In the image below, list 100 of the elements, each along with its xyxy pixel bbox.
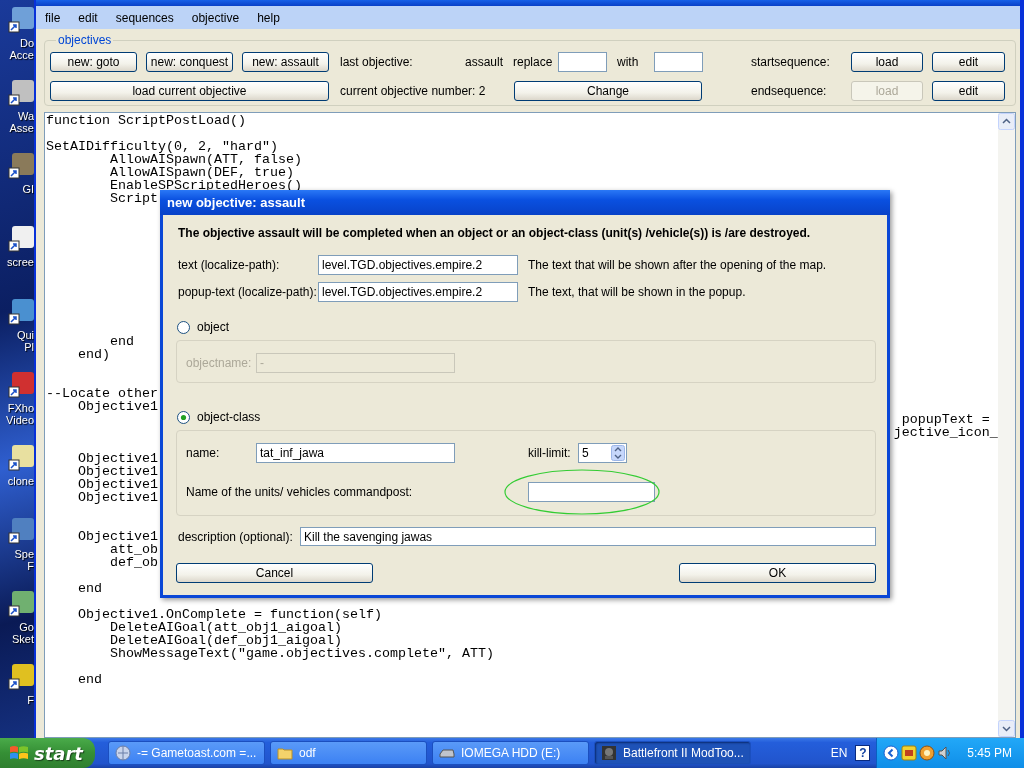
app-icon [601,745,617,761]
toolbar-label: current objective number: 2 [340,84,487,98]
text-field[interactable]: level.TGD.objectives.empire.2 [318,255,518,275]
menu-item[interactable]: objective [191,10,240,25]
toolbar-button[interactable]: new: conquest [146,52,233,72]
field-hint: The text, that will be shown in the popup. [528,285,746,299]
chevron-icon[interactable] [883,745,900,761]
toolbar-button[interactable]: load current objective [50,81,329,101]
desktop-icon-label[interactable]: Go Sket [12,621,34,645]
shortcut-icon[interactable] [8,517,34,545]
code-line: DeleteAIGoal(def_obj1_aigoal) [110,634,342,647]
shortcut-icon[interactable] [8,6,34,34]
desktop-icon-label[interactable]: GI [22,183,34,195]
desktop-icon-label[interactable]: Wa Asse [9,110,34,134]
menu-item[interactable]: sequences [115,10,174,25]
text-field[interactable]: level.TGD.objectives.empire.2 [318,282,518,302]
code-line: SetAIDifficulty(0, 2, "hard") [46,140,278,153]
language-indicator[interactable]: EN [830,746,848,760]
code-line: Objective1 [78,478,158,491]
code-line: ShowMessageText("game.objectives.complete", ATT) [110,647,494,660]
desktop-icon-label[interactable]: F [27,694,34,706]
toolbar-button[interactable]: new: goto [50,52,137,72]
toolbar-label: with [617,55,640,69]
start-button[interactable]: start [0,738,95,768]
scroll-down-icon[interactable] [998,720,1015,737]
code-line: Objective1 [78,530,158,543]
radio-label[interactable]: object-class [197,410,261,424]
vertical-scrollbar[interactable] [998,113,1015,737]
toolbar-button[interactable]: edit [932,81,1005,101]
field-hint: The text that will be shown after the opening of the map. [528,258,827,272]
code-line: Objective1 [78,452,158,465]
text-field[interactable]: Kill the savenging jawas [300,527,876,546]
field-label: description (optional): [178,529,294,544]
desktop-icon-label[interactable]: Do Acce [9,37,34,61]
toolbar-label: last objective: [340,55,414,69]
code-line: DeleteAIGoal(att_obj1_aigoal) [110,621,342,634]
dialog-button[interactable]: OK [679,563,876,583]
code-line: att_ob [110,543,158,556]
code-line: Objective1.OnComplete = function(self) [78,608,382,621]
desktop-icon-label[interactable]: Spe F [14,548,34,572]
desktop-icon-label[interactable]: scree [7,256,34,268]
code-line: end [110,335,134,348]
group-title: objectives [57,33,113,47]
menu-item[interactable]: file [45,10,61,25]
code-line: --Locate other [46,387,158,400]
menu-item[interactable]: help [257,10,280,25]
radio-label[interactable]: object [197,320,230,334]
clock: 5:45 PM [967,746,1012,760]
toolbar-button[interactable]: edit [932,52,1005,72]
tray-app-icon[interactable] [901,745,918,761]
desktop-icon-label[interactable]: clone [7,475,34,487]
code-line: jective_icon_ [893,426,998,439]
dialog-title: new objective: assault [167,195,305,210]
help-icon[interactable]: ? [855,745,871,761]
field-label: objectname: [186,356,253,370]
code-line: def_ob [110,556,158,569]
shortcut-icon[interactable] [8,590,34,618]
toolbar-button[interactable]: Change [514,81,702,101]
dialog-button[interactable]: Cancel [176,563,373,583]
taskbar-button[interactable]: Battlefront II ModToo... [594,741,751,765]
toolbar-label: endsequence: [751,84,828,98]
shortcut-icon[interactable] [8,152,34,180]
menu-item[interactable]: edit [78,10,98,25]
field-label: name: [186,446,221,460]
shortcut-icon[interactable] [8,444,34,472]
toolbar-label: replace [513,55,554,69]
shortcut-icon[interactable] [8,663,34,691]
code-line: AllowAISpawn(DEF, true) [110,166,294,179]
code-line: EnableSPScriptedHeroes() [110,179,302,192]
toolbar-button[interactable]: new: assault [242,52,329,72]
code-line: Objective1 [78,465,158,478]
field-label: popup-text (localize-path): [178,285,318,299]
desktop-icon-label[interactable]: Qui Pl [16,329,34,353]
text-field[interactable] [558,52,607,72]
scroll-up-icon[interactable] [998,113,1015,130]
code-line: end) [78,348,110,361]
text-field[interactable]: tat_inf_jawa [256,443,455,463]
instruction-text: The objective assault will be completed when an object or an object-class (unit(s) /vehicle(s)) is /are destroyed. [178,225,812,241]
text-field[interactable] [528,482,655,502]
toolbar-label: startsequence: [751,55,831,69]
tray-app-icon[interactable] [919,745,936,761]
radio-button[interactable] [177,320,190,334]
shortcut-icon[interactable] [8,298,34,326]
code-line: end [78,673,102,686]
code-line: end [78,582,102,595]
field-label: Name of the units/ vehicles commandpost: [186,485,414,499]
code-line: popupText = [901,413,990,426]
shortcut-icon[interactable] [8,79,34,107]
folder-icon [277,745,293,761]
code-line: Script [110,192,158,205]
spin-arrows-icon[interactable] [611,445,625,461]
text-field[interactable] [654,52,703,72]
code-line: AllowAISpawn(ATT, false) [110,153,302,166]
shortcut-icon[interactable] [8,225,34,253]
toolbar-button[interactable]: load [851,52,923,72]
radio-button[interactable] [177,410,190,424]
field-label: kill-limit: [528,446,572,460]
globe-icon [115,745,131,761]
shortcut-icon[interactable] [8,371,34,399]
desktop-icon-label[interactable]: FXho Video [6,402,34,426]
